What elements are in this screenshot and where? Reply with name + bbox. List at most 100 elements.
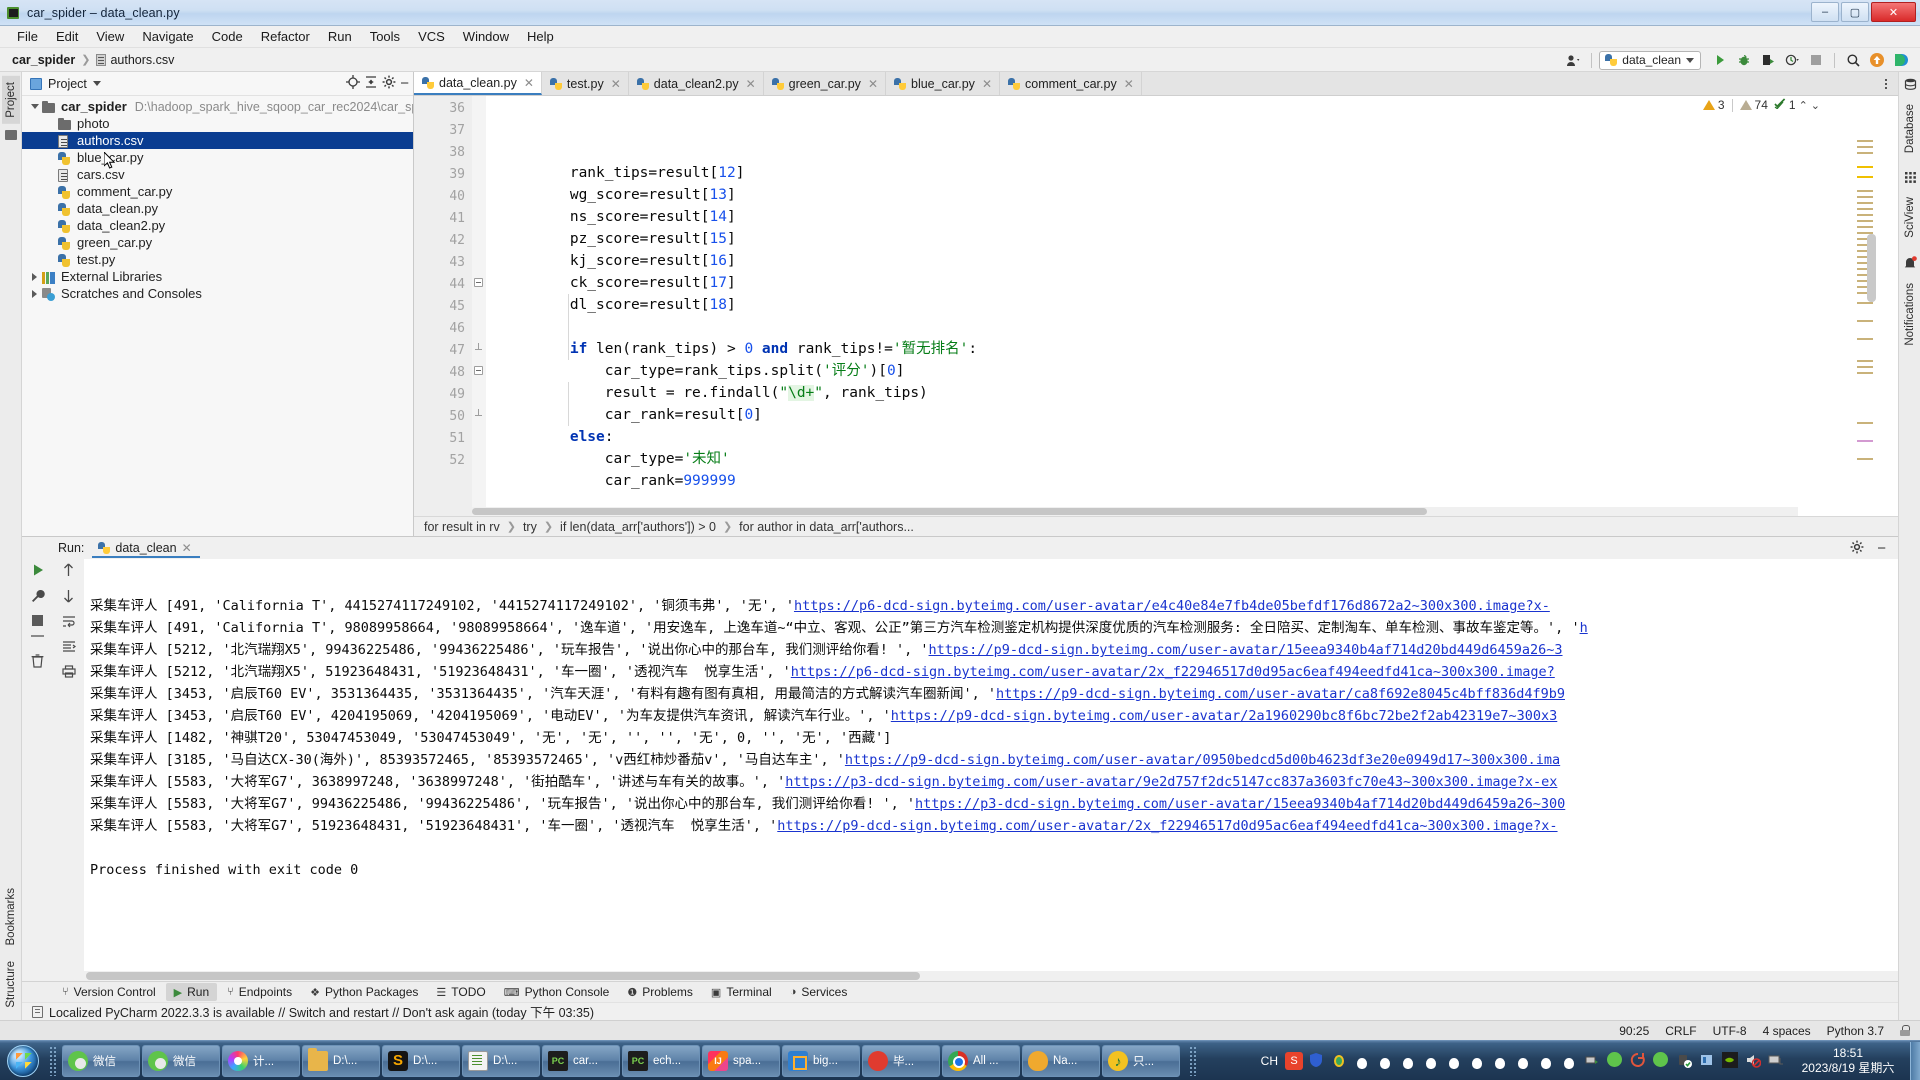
taskbar-item[interactable]: PCech... xyxy=(622,1045,700,1077)
pin-icon[interactable] xyxy=(31,635,44,637)
taskbar-item[interactable]: 微信 xyxy=(142,1045,220,1077)
close-tab-icon[interactable]: ✕ xyxy=(1124,77,1134,91)
chevron-down-icon[interactable]: ⌄ xyxy=(1811,99,1820,112)
profile-icon[interactable] xyxy=(1781,50,1803,70)
code-line[interactable]: wg_score=result[13] xyxy=(500,184,1898,206)
file-encoding[interactable]: UTF-8 xyxy=(1713,1024,1747,1038)
code-text[interactable]: rank_tips=result[12] wg_score=result[13]… xyxy=(486,96,1898,516)
error-stripe-marker[interactable] xyxy=(1857,176,1873,178)
close-tab-icon[interactable]: ✕ xyxy=(982,77,992,91)
run-with-coverage-icon[interactable] xyxy=(1757,50,1779,70)
console-link[interactable]: https://p9-dcd-sign.byteimg.com/user-ava… xyxy=(929,642,1563,658)
close-tab-icon[interactable]: ✕ xyxy=(611,77,621,91)
error-stripe-marker[interactable] xyxy=(1857,190,1873,192)
qq-icon[interactable] xyxy=(1423,1052,1441,1070)
wechat-icon[interactable] xyxy=(1653,1052,1671,1070)
print-icon[interactable] xyxy=(1584,1052,1602,1070)
editor-tab-test-py[interactable]: test.py✕ xyxy=(542,72,629,95)
code-line[interactable]: car_type='未知' xyxy=(500,448,1898,470)
gear-icon[interactable] xyxy=(1850,540,1864,557)
green-icon[interactable] xyxy=(1331,1052,1349,1070)
tool-window-run[interactable]: ▶Run xyxy=(166,983,217,1001)
notification-text[interactable]: Localized PyCharm 2022.3.3 is available … xyxy=(49,1002,594,1021)
sidebar-item-structure[interactable]: Structure xyxy=(2,955,20,1014)
menu-item-run[interactable]: Run xyxy=(319,27,361,46)
chevron-down-icon[interactable] xyxy=(93,81,101,86)
tree-node[interactable]: authors.csv xyxy=(22,132,413,149)
breadcrumb-project[interactable]: car_spider xyxy=(12,53,75,67)
code-line[interactable]: car_rank=result[0] xyxy=(500,404,1898,426)
usb-icon[interactable] xyxy=(1676,1052,1694,1070)
tool-window-endpoints[interactable]: ⑂Endpoints xyxy=(219,983,300,1001)
down-icon[interactable] xyxy=(62,589,75,606)
database-icon[interactable] xyxy=(1904,78,1917,94)
error-stripe-marker[interactable] xyxy=(1857,196,1873,198)
close-tab-icon[interactable]: ✕ xyxy=(868,77,878,91)
sidebar-item-database[interactable]: Database xyxy=(1901,98,1919,159)
sogou-icon[interactable]: S xyxy=(1285,1052,1303,1070)
hide-panel-icon[interactable]: − xyxy=(1877,540,1886,557)
sidebar-item-notifications[interactable]: Notifications xyxy=(1901,277,1919,352)
console-link[interactable]: https://p9-dcd-sign.byteimg.com/user-ava… xyxy=(777,818,1557,834)
editor-tab-data_clean2-py[interactable]: data_clean2.py✕ xyxy=(629,72,764,95)
tool-window-services[interactable]: ◑Services xyxy=(782,983,856,1001)
maximize-button[interactable]: ▢ xyxy=(1841,2,1869,22)
tree-node[interactable]: data_clean2.py xyxy=(22,217,413,234)
code-line[interactable]: pz_score=result[15] xyxy=(500,228,1898,250)
close-tab-icon[interactable]: ✕ xyxy=(746,77,756,91)
tree-node[interactable]: comment_car.py xyxy=(22,183,413,200)
error-stripe-marker[interactable] xyxy=(1857,202,1873,204)
code-line[interactable]: dl_score=result[18] xyxy=(500,294,1898,316)
qq-icon[interactable] xyxy=(1400,1052,1418,1070)
volume-icon[interactable] xyxy=(1745,1052,1763,1070)
code-line[interactable]: result = re.findall("\d+", rank_tips) xyxy=(500,382,1898,404)
nvidia-icon[interactable] xyxy=(1722,1052,1740,1070)
error-stripe-marker[interactable] xyxy=(1857,208,1873,210)
menu-item-window[interactable]: Window xyxy=(454,27,518,46)
fold-marker[interactable] xyxy=(474,344,483,353)
menu-item-refactor[interactable]: Refactor xyxy=(252,27,319,46)
tree-twisty[interactable] xyxy=(28,273,41,281)
breadcrumb-file[interactable]: authors.csv xyxy=(110,53,174,67)
tree-node[interactable]: test.py xyxy=(22,251,413,268)
editor-vertical-scrollbar[interactable] xyxy=(1867,234,1876,302)
taskbar-item[interactable]: 计... xyxy=(222,1045,300,1077)
menu-item-vcs[interactable]: VCS xyxy=(409,27,454,46)
console-link[interactable]: https://p6-dcd-sign.byteimg.com/user-ava… xyxy=(791,664,1555,680)
error-stripe-marker[interactable] xyxy=(1857,338,1873,340)
qq-icon[interactable] xyxy=(1561,1052,1579,1070)
error-stripe-marker[interactable] xyxy=(1857,146,1873,148)
run-button[interactable] xyxy=(1709,50,1731,70)
error-stripe-marker[interactable] xyxy=(1857,220,1873,222)
code-line[interactable]: else: xyxy=(500,426,1898,448)
sidebar-item-bookmarks[interactable]: Bookmarks xyxy=(2,882,20,952)
error-stripe-marker[interactable] xyxy=(1857,320,1873,322)
soft-wrap-icon[interactable] xyxy=(62,615,76,631)
collapse-all-icon[interactable] xyxy=(364,75,378,92)
error-stripe-marker[interactable] xyxy=(1857,152,1873,154)
search-icon[interactable] xyxy=(1842,50,1864,70)
taskbar-item[interactable]: Na... xyxy=(1022,1045,1100,1077)
code-breadcrumb-item[interactable]: if len(data_arr['authors']) > 0 xyxy=(560,520,716,534)
tree-node[interactable]: green_car.py xyxy=(22,234,413,251)
qq-icon[interactable] xyxy=(1538,1052,1556,1070)
taskbar-item[interactable]: D:\... xyxy=(302,1045,380,1077)
gear-icon[interactable] xyxy=(382,75,396,92)
debug-icon[interactable] xyxy=(1733,50,1755,70)
tool-window-version-control[interactable]: ⑂Version Control xyxy=(54,983,164,1001)
console-output[interactable]: 采集车评人 [491, 'California T', 441527411724… xyxy=(84,559,1898,981)
tree-node[interactable]: photo xyxy=(22,115,413,132)
menu-item-view[interactable]: View xyxy=(87,27,133,46)
tree-node[interactable]: data_clean.py xyxy=(22,200,413,217)
fold-marker[interactable] xyxy=(474,366,483,375)
caret-position[interactable]: 90:25 xyxy=(1619,1024,1649,1038)
more-options-icon[interactable] xyxy=(1880,77,1892,91)
rerun-icon[interactable] xyxy=(31,563,45,580)
tree-node[interactable]: External Libraries xyxy=(22,268,413,285)
notifications-icon[interactable] xyxy=(1903,256,1917,273)
sidebar-item-sciview[interactable]: SciView xyxy=(1901,191,1919,244)
tree-twisty[interactable] xyxy=(28,290,41,298)
menu-item-help[interactable]: Help xyxy=(518,27,563,46)
sync-icon[interactable] xyxy=(1630,1052,1648,1070)
console-link[interactable]: https://p3-dcd-sign.byteimg.com/user-ava… xyxy=(915,796,1565,812)
